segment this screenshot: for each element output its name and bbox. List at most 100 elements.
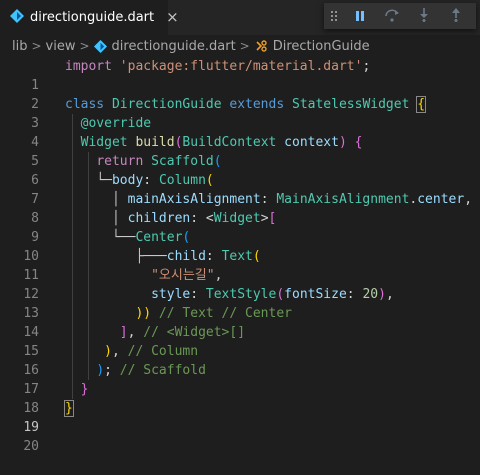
code-line: 1 import 'package:flutter/material.dart'… (0, 57, 480, 93)
token-bracket: )) (135, 306, 152, 321)
code-line: 5 Widget build(BuildContext context) { (0, 133, 480, 169)
token-property: children (127, 211, 191, 226)
code-line: 12 "오시는길", (0, 266, 480, 302)
token-punct: , (127, 325, 144, 340)
code-editor[interactable]: 1 import 'package:flutter/material.dart'… (0, 57, 480, 454)
code-line: 16 ), // Column (0, 342, 480, 378)
widget-tree-guide: │ (111, 211, 120, 226)
token-punct: ; (362, 59, 371, 74)
token-type: Widget (80, 135, 128, 150)
token-comment: // Column (127, 344, 199, 359)
step-into-icon (418, 7, 430, 26)
token-punct: : < (190, 211, 214, 226)
token-string: "오시는길" (151, 268, 215, 283)
widget-tree-guide: └─ (96, 173, 112, 188)
token-bracket: ) (338, 135, 347, 150)
token-function: build (135, 135, 175, 150)
token-punct: : (260, 192, 277, 207)
token-keyword: extends (229, 97, 285, 112)
token-param: context (276, 135, 339, 150)
token-comment: // Scaffold (119, 363, 206, 378)
breadcrumb-class[interactable]: DirectionGuide (273, 39, 370, 54)
code-line: 18 } (0, 380, 480, 416)
token-punct: : (346, 287, 363, 302)
token-property: center (417, 192, 465, 207)
code-line: 10 └──Center( (0, 228, 480, 264)
breadcrumb: lib > view > directionguide.dart > Direc… (0, 35, 480, 57)
widget-tree-guide: ├─── (135, 249, 167, 264)
widget-tree-guide: └── (111, 230, 136, 245)
token-class: Center (135, 230, 183, 245)
token-bracket: ] (119, 325, 128, 340)
token-comment: // Text // Center (151, 306, 292, 321)
token-keyword: return (96, 154, 144, 169)
token-punct: : (190, 287, 206, 302)
token-bracket: ( (213, 154, 222, 169)
step-into-button[interactable] (408, 3, 440, 29)
class-symbol-icon (254, 39, 268, 53)
debug-toolbar (324, 3, 476, 29)
code-line: 20 (0, 418, 480, 454)
token-property: style (151, 287, 191, 302)
code-line: 4 @override (0, 114, 480, 150)
token-property: child (166, 249, 206, 264)
code-line: 7 └─body: Column( (0, 171, 480, 207)
token-bracket: ) (378, 287, 386, 302)
step-out-button[interactable] (440, 3, 472, 29)
breadcrumb-view[interactable]: view (46, 39, 76, 54)
code-line: 2 (0, 76, 480, 112)
grip-icon[interactable] (324, 3, 344, 29)
token-bracket: } (64, 400, 74, 417)
dart-file-icon (93, 39, 107, 53)
token-bracket: ) (104, 344, 112, 359)
token-punct: > (260, 211, 269, 226)
token-property: fontSize (284, 287, 347, 302)
token-class: StatelessWidget (292, 97, 410, 112)
token-punct: , (214, 268, 223, 283)
close-icon[interactable]: × (166, 10, 179, 25)
tab-directionguide[interactable]: directionguide.dart × (0, 0, 179, 35)
token-bracket: ) (96, 363, 105, 378)
token-bracket: { (416, 96, 427, 113)
code-line: 9 │ children: <Widget>[ (0, 209, 480, 245)
token-class: Scaffold (151, 154, 214, 169)
widget-tree-guide: │ (111, 192, 120, 207)
token-class: TextStyle (205, 287, 277, 302)
token-keyword: class (65, 97, 105, 112)
pause-button[interactable] (344, 3, 376, 29)
token-bracket: ( (276, 287, 285, 302)
token-punct: , (385, 287, 394, 302)
token-property: body (111, 173, 144, 188)
breadcrumb-separator: > (239, 39, 250, 53)
line-number: 20 (23, 439, 39, 454)
token-class: Widget (213, 211, 261, 226)
tab-filename: directionguide.dart (30, 10, 155, 25)
token-punct: : (205, 249, 222, 264)
breadcrumb-lib[interactable]: lib (12, 39, 27, 54)
token-bracket: ( (182, 230, 191, 245)
token-bracket: ( (252, 249, 261, 264)
token-punct: : (143, 173, 159, 188)
step-over-button[interactable] (376, 3, 408, 29)
code-line: 6 return Scaffold( (0, 152, 480, 188)
token-type: BuildContext (182, 135, 277, 150)
tab-bar: directionguide.dart × (0, 0, 480, 35)
token-punct: , (111, 344, 128, 359)
dart-file-icon (10, 8, 24, 27)
token-comment: // <Widget>[] (143, 325, 246, 340)
code-line: 13 style: TextStyle(fontSize: 20), (0, 285, 480, 321)
token-bracket: [ (268, 211, 277, 226)
step-over-icon (384, 7, 400, 26)
code-line: 14 )) // Text // Center (0, 304, 480, 340)
breadcrumb-separator: > (31, 39, 42, 53)
breadcrumb-file[interactable]: directionguide.dart (112, 39, 236, 54)
pause-icon (354, 7, 366, 26)
token-punct: ; (104, 363, 120, 378)
token-bracket: { (346, 135, 363, 150)
token-string: 'package:flutter/material.dart' (119, 59, 363, 74)
token-number: 20 (362, 287, 379, 302)
code-line: 17 ); // Scaffold (0, 361, 480, 397)
code-line: 11 ├───child: Text( (0, 247, 480, 283)
token-annotation: @override (80, 116, 152, 131)
token-class: Text (221, 249, 253, 264)
